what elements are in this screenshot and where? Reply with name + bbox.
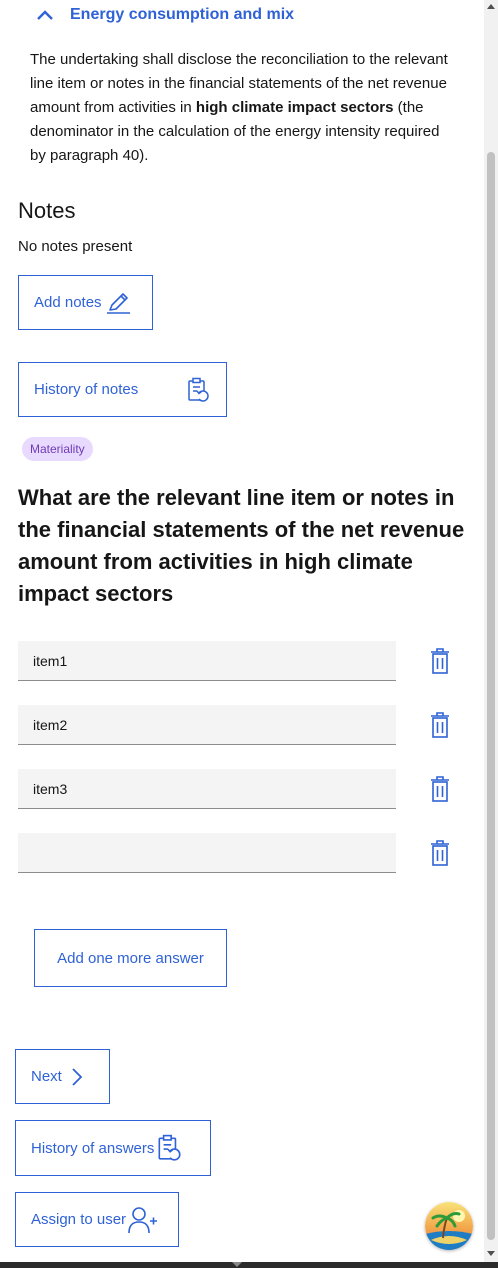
next-label: Next xyxy=(31,1068,62,1085)
history-of-notes-label: History of notes xyxy=(34,381,139,398)
question-panel: Energy consumption and mix The undertaki… xyxy=(0,0,484,1262)
assign-to-user-button[interactable]: Assign to user xyxy=(15,1192,179,1247)
notes-heading: Notes xyxy=(18,198,76,223)
trash-icon[interactable] xyxy=(428,775,452,803)
history-of-notes-button[interactable]: History of notes xyxy=(18,362,227,417)
materiality-tag: Materiality xyxy=(22,437,93,461)
answer-input[interactable] xyxy=(18,769,396,809)
answer-input[interactable] xyxy=(18,641,396,681)
trash-icon[interactable] xyxy=(428,647,452,675)
history-of-answers-label: History of answers xyxy=(31,1139,155,1157)
section-description: The undertaking shall disclose the recon… xyxy=(30,48,450,168)
scroll-up-icon[interactable] xyxy=(487,4,495,9)
trash-icon[interactable] xyxy=(428,711,452,739)
answer-row xyxy=(18,705,458,745)
add-user-icon xyxy=(128,1206,158,1233)
next-button[interactable]: Next xyxy=(15,1049,110,1104)
beach-avatar-icon xyxy=(425,1202,473,1250)
answer-input[interactable] xyxy=(18,833,396,873)
question-title: What are the relevant line item or notes… xyxy=(18,485,465,606)
add-notes-label: Add notes xyxy=(34,294,102,311)
add-notes-button[interactable]: Add notes xyxy=(18,275,153,330)
assign-to-user-label: Assign to user xyxy=(31,1211,127,1228)
bottom-bar xyxy=(0,1262,498,1268)
avatar[interactable] xyxy=(425,1202,473,1250)
trash-icon[interactable] xyxy=(428,839,452,867)
caret-down-icon xyxy=(232,1262,242,1267)
answer-row xyxy=(18,641,458,681)
clipboard-history-icon xyxy=(158,1134,181,1161)
scrollbar-thumb[interactable] xyxy=(487,152,495,1240)
description-bold-text: high climate impact sectors xyxy=(195,99,394,116)
history-of-answers-button[interactable]: History of answers xyxy=(15,1120,211,1176)
chevron-up-icon xyxy=(37,10,53,20)
clipboard-history-icon xyxy=(188,377,209,402)
answer-row xyxy=(18,833,458,873)
scroll-down-icon[interactable] xyxy=(487,1251,495,1256)
add-answer-button[interactable]: Add one more answer xyxy=(34,929,227,987)
chevron-right-icon xyxy=(72,1067,83,1086)
section-title: Energy consumption and mix xyxy=(70,6,295,23)
answer-row xyxy=(18,769,458,809)
accordion-header[interactable]: Energy consumption and mix xyxy=(34,4,294,26)
no-notes-text: No notes present xyxy=(18,238,133,255)
pencil-icon xyxy=(106,292,130,314)
scrollbar[interactable] xyxy=(484,0,498,1262)
answer-input[interactable] xyxy=(18,705,396,745)
